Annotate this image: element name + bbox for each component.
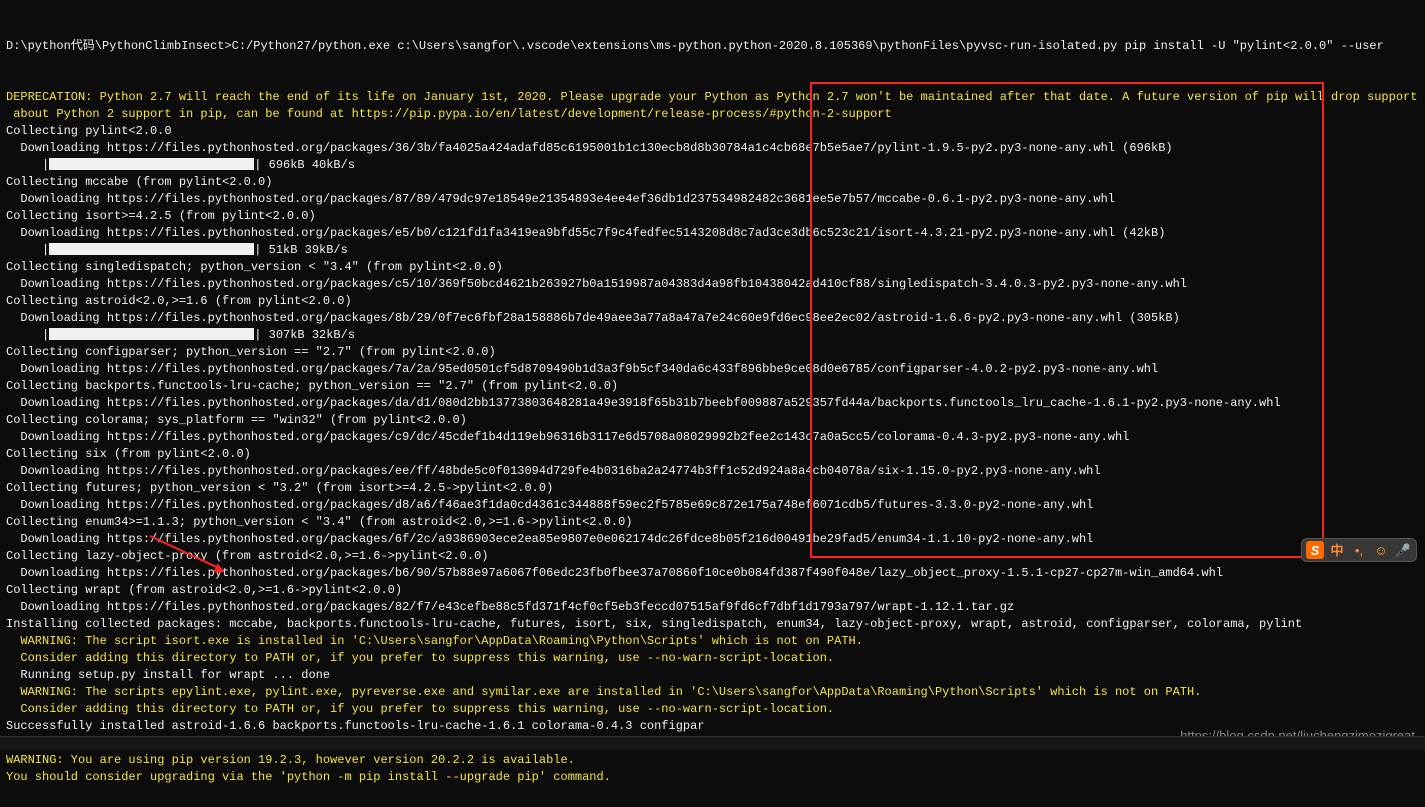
- terminal-line: Downloading https://files.pythonhosted.o…: [6, 395, 1419, 412]
- terminal-line: Collecting backports.functools-lru-cache…: [6, 378, 1419, 395]
- terminal-line: Collecting singledispatch; python_versio…: [6, 259, 1419, 276]
- ime-voice-icon[interactable]: 🎤: [1394, 541, 1412, 559]
- terminal-line: Collecting pylint<2.0.0: [6, 123, 1419, 140]
- command-line[interactable]: D:\python代码\PythonClimbInsect>C:/Python2…: [6, 38, 1419, 55]
- terminal-line: Downloading https://files.pythonhosted.o…: [6, 599, 1419, 616]
- progress-bar: [49, 328, 254, 340]
- terminal-line: Running setup.py install for wrapt ... d…: [6, 667, 1419, 684]
- terminal-line: Collecting astroid<2.0,>=1.6 (from pylin…: [6, 293, 1419, 310]
- terminal-output: D:\python代码\PythonClimbInsect>C:/Python2…: [0, 0, 1425, 807]
- terminal-line: Downloading https://files.pythonhosted.o…: [6, 497, 1419, 514]
- terminal-line: Collecting mccabe (from pylint<2.0.0): [6, 174, 1419, 191]
- progress-bar: [49, 243, 254, 255]
- terminal-line: || 51kB 39kB/s: [6, 242, 1419, 259]
- terminal-line: Downloading https://files.pythonhosted.o…: [6, 429, 1419, 446]
- terminal-line: || 307kB 32kB/s: [6, 327, 1419, 344]
- terminal-line: Downloading https://files.pythonhosted.o…: [6, 276, 1419, 293]
- terminal-line: Collecting futures; python_version < "3.…: [6, 480, 1419, 497]
- terminal-line: Downloading https://files.pythonhosted.o…: [6, 191, 1419, 208]
- terminal-line: DEPRECATION: Python 2.7 will reach the e…: [6, 89, 1419, 106]
- terminal-line: || 696kB 40kB/s: [6, 157, 1419, 174]
- terminal-line: Downloading https://files.pythonhosted.o…: [6, 531, 1419, 548]
- terminal-line: WARNING: The scripts epylint.exe, pylint…: [6, 684, 1419, 701]
- terminal-line: Collecting isort>=4.2.5 (from pylint<2.0…: [6, 208, 1419, 225]
- terminal-line: You should consider upgrading via the 'p…: [6, 769, 1419, 786]
- terminal-line: Consider adding this directory to PATH o…: [6, 701, 1419, 718]
- ime-language-icon[interactable]: 中: [1328, 541, 1346, 559]
- terminal-line: Downloading https://files.pythonhosted.o…: [6, 361, 1419, 378]
- terminal-line: WARNING: You are using pip version 19.2.…: [6, 752, 1419, 769]
- terminal-line: Collecting six (from pylint<2.0.0): [6, 446, 1419, 463]
- terminal-line: Downloading https://files.pythonhosted.o…: [6, 225, 1419, 242]
- terminal-line: Downloading https://files.pythonhosted.o…: [6, 310, 1419, 327]
- taskbar[interactable]: [0, 736, 1425, 750]
- terminal-line: Collecting configparser; python_version …: [6, 344, 1419, 361]
- terminal-line: Collecting enum34>=1.1.3; python_version…: [6, 514, 1419, 531]
- terminal-line: Downloading https://files.pythonhosted.o…: [6, 565, 1419, 582]
- terminal-line: Collecting colorama; sys_platform == "wi…: [6, 412, 1419, 429]
- terminal-line: Downloading https://files.pythonhosted.o…: [6, 463, 1419, 480]
- terminal-line: Collecting wrapt (from astroid<2.0,>=1.6…: [6, 582, 1419, 599]
- ime-emoji-icon[interactable]: ☺: [1372, 541, 1390, 559]
- ime-punctuation-icon[interactable]: •,: [1350, 541, 1368, 559]
- ime-toolbar[interactable]: S 中 •, ☺ 🎤: [1301, 538, 1417, 562]
- terminal-line: Downloading https://files.pythonhosted.o…: [6, 140, 1419, 157]
- terminal-line: Collecting lazy-object-proxy (from astro…: [6, 548, 1419, 565]
- progress-bar: [49, 158, 254, 170]
- terminal-line: WARNING: The script isort.exe is install…: [6, 633, 1419, 650]
- terminal-line: about Python 2 support in pip, can be fo…: [6, 106, 1419, 123]
- terminal-line: Installing collected packages: mccabe, b…: [6, 616, 1419, 633]
- terminal-line: Consider adding this directory to PATH o…: [6, 650, 1419, 667]
- sogou-logo-icon[interactable]: S: [1306, 541, 1324, 559]
